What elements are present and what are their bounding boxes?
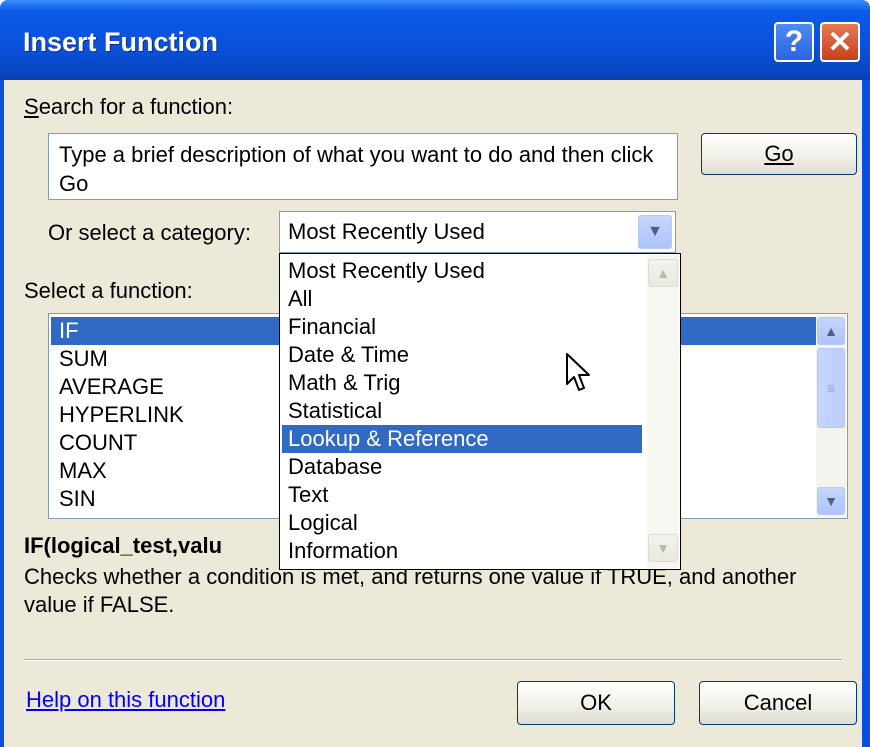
dialog-title: Insert Function	[23, 27, 218, 57]
title-bar[interactable]: Insert Function ? ✕	[0, 0, 870, 80]
function-description: Checks whether a condition is met, and r…	[24, 564, 797, 617]
chevron-up-icon: ▲	[824, 323, 838, 339]
category-option-all[interactable]: All	[282, 285, 642, 313]
category-dropdown-list[interactable]: Most Recently Used All Financial Date & …	[279, 253, 681, 570]
dropdown-scroll-up-button[interactable]: ▲	[648, 259, 678, 287]
category-label: Or select a category:	[48, 220, 251, 245]
ok-button-label: OK	[580, 690, 612, 715]
category-option-statistical[interactable]: Statistical	[282, 397, 642, 425]
cancel-button-label: Cancel	[743, 690, 813, 715]
help-button[interactable]: ?	[774, 22, 814, 62]
dialog-body: Search for a function: Type a brief desc…	[4, 80, 862, 747]
insert-function-dialog: Insert Function ? ✕ Search for a functio…	[0, 0, 870, 747]
search-label-accesskey: S	[24, 94, 39, 119]
footer-separator	[24, 659, 842, 661]
category-option-logical[interactable]: Logical	[282, 509, 642, 537]
help-on-function-link[interactable]: Help on this function	[26, 687, 225, 713]
go-button[interactable]: Go	[701, 133, 857, 175]
category-dropdown-button[interactable]: ▼	[638, 215, 672, 249]
function-signature: IF(logical_test,valu	[24, 533, 223, 558]
category-dropdown-scrollbar[interactable]: ▲ ▼	[647, 255, 679, 568]
cancel-button[interactable]: Cancel	[699, 681, 857, 725]
scroll-thumb[interactable]: ≡	[817, 348, 845, 428]
close-button[interactable]: ✕	[820, 22, 860, 62]
category-option-lookup-reference[interactable]: Lookup & Reference	[282, 425, 642, 453]
scroll-down-button[interactable]: ▼	[817, 487, 845, 515]
search-label: Search for a function:	[24, 94, 233, 120]
chevron-up-icon: ▲	[656, 265, 670, 281]
category-select[interactable]: Most Recently Used ▼	[279, 211, 676, 253]
search-label-rest: earch for a function:	[38, 94, 234, 119]
category-option-information[interactable]: Information	[282, 537, 642, 565]
scroll-up-button[interactable]: ▲	[817, 317, 845, 345]
function-list-scrollbar[interactable]: ▲ ≡ ▼	[816, 315, 846, 517]
close-icon: ✕	[827, 25, 853, 59]
go-button-label: Go	[764, 141, 794, 166]
ok-button[interactable]: OK	[517, 681, 675, 725]
chevron-down-icon: ▼	[656, 540, 670, 556]
help-icon: ?	[784, 25, 804, 58]
grip-icon: ≡	[826, 380, 836, 396]
chevron-down-icon: ▼	[824, 493, 838, 509]
function-list-label: Select a function:	[24, 278, 193, 303]
category-option-text[interactable]: Text	[282, 481, 642, 509]
chevron-down-icon: ▼	[647, 223, 663, 240]
category-selected-value: Most Recently Used	[288, 219, 485, 244]
category-option-database[interactable]: Database	[282, 453, 642, 481]
category-option-most-recently-used[interactable]: Most Recently Used	[282, 257, 642, 285]
mouse-pointer-icon	[566, 353, 590, 391]
category-option-financial[interactable]: Financial	[282, 313, 642, 341]
search-input[interactable]: Type a brief description of what you wan…	[48, 133, 678, 200]
dropdown-scroll-down-button[interactable]: ▼	[648, 534, 678, 562]
